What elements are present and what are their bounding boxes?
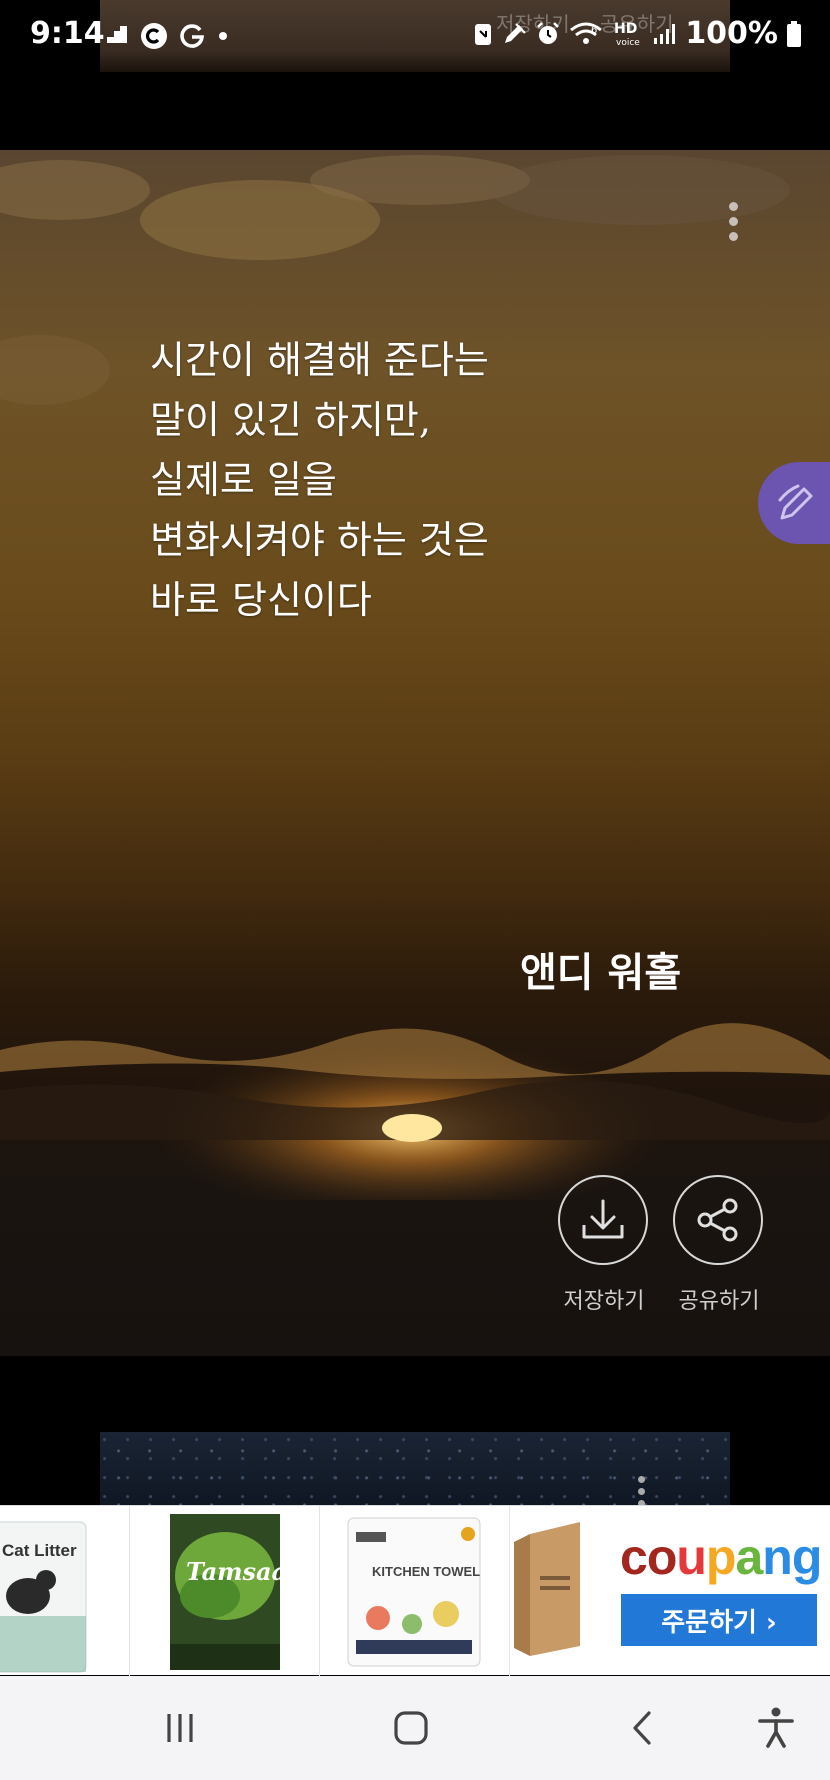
accessibility-icon <box>758 1707 794 1748</box>
recents-icon <box>167 1714 193 1742</box>
tamsaa-image: Tamsaa Soft <box>170 1514 320 1670</box>
save-button[interactable]: 저장하기 <box>558 1175 650 1315</box>
tamsaa-text: Tamsaa Soft <box>186 1557 320 1586</box>
google-icon <box>180 24 204 48</box>
share-icon <box>697 1198 738 1242</box>
hd-label: HD <box>614 21 637 37</box>
horizon-clouds-sun <box>0 1023 830 1200</box>
g-circle-icon <box>141 23 167 49</box>
coupang-letter: p <box>705 1529 737 1585</box>
coupang-letter: c <box>620 1529 648 1585</box>
coupang-ad-brand[interactable]: coupang 주문하기 › <box>580 1506 830 1675</box>
kitchen-towel-text: KITCHEN TOWEL <box>372 1564 480 1579</box>
dot-icon <box>219 32 227 40</box>
coupang-letter: g <box>791 1529 823 1585</box>
home-button[interactable] <box>381 1702 441 1754</box>
pencil-icon <box>778 484 813 520</box>
quote-author: 앤디 워홀 <box>520 949 682 996</box>
ad-product-kitchen-towel[interactable]: KITCHEN TOWEL <box>320 1506 510 1676</box>
share-circle[interactable] <box>673 1175 763 1265</box>
pen-icon <box>505 22 527 43</box>
next-card-peek[interactable] <box>100 1432 730 1512</box>
coupang-letter: n <box>762 1529 793 1585</box>
ad-banner[interactable]: Cat Litter Tamsaa Soft KITCHEN TOWEL <box>0 1505 830 1676</box>
order-button[interactable]: 주문하기 › <box>621 1594 817 1646</box>
more-options-icon[interactable] <box>722 202 744 250</box>
cat-litter-image: Cat Litter <box>0 1521 87 1673</box>
share-button[interactable]: 공유하기 <box>673 1175 765 1315</box>
coupang-letter: u <box>676 1529 707 1585</box>
home-icon <box>394 1711 428 1745</box>
edit-floating-button[interactable] <box>758 462 830 544</box>
save-label: 저장하기 <box>563 1289 645 1314</box>
hd-voice-icon: HDvoice <box>614 21 640 48</box>
back-icon <box>633 1711 651 1745</box>
voice-label: voice <box>616 38 640 48</box>
download-icon <box>582 1199 624 1239</box>
navigation-bar <box>0 1676 830 1780</box>
coupang-letter: o <box>646 1529 678 1585</box>
alarm-icon <box>537 21 560 44</box>
notification-icons <box>104 22 230 50</box>
quote-text: 시간이 해결해 준다는 말이 있긴 하지만, 실제로 일을 변화시켜야 하는 것… <box>150 338 489 622</box>
box-image <box>514 1522 580 1656</box>
recents-button[interactable] <box>150 1702 210 1754</box>
coupang-logo: coupang <box>620 1528 823 1586</box>
status-time: 9:14 <box>30 16 105 51</box>
accessibility-button[interactable] <box>746 1702 806 1754</box>
ad-product-box[interactable] <box>510 1506 580 1676</box>
signal-icon <box>654 23 676 44</box>
ad-product-cat-litter[interactable]: Cat Litter <box>0 1506 130 1676</box>
share-label: 공유하기 <box>678 1289 760 1314</box>
cat-litter-text: Cat Litter <box>2 1541 77 1560</box>
save-circle[interactable] <box>558 1175 648 1265</box>
coupang-letter: a <box>735 1529 763 1585</box>
wifi-icon: 6 <box>570 22 603 44</box>
status-bar: 저장하기 공유하기 9:14 6 HD voice 100% <box>0 0 830 72</box>
battery-percent: 100% <box>685 16 778 51</box>
battery-icon <box>787 20 801 47</box>
quote-card[interactable]: 시간이 해결해 준다는 말이 있긴 하지만, 실제로 일을 변화시켜야 하는 것… <box>0 150 830 1356</box>
notification-icon <box>107 26 127 43</box>
wifi-badge: 6 <box>591 25 597 36</box>
back-button[interactable] <box>614 1702 674 1754</box>
system-icons: 6 HD voice 100% <box>473 16 802 51</box>
kitchen-towel-image: KITCHEN TOWEL <box>347 1517 481 1667</box>
coupang-brand-text: coupang <box>620 1529 823 1585</box>
nfc-icon <box>475 23 492 45</box>
ad-product-tamsaa[interactable]: Tamsaa Soft <box>130 1506 320 1676</box>
